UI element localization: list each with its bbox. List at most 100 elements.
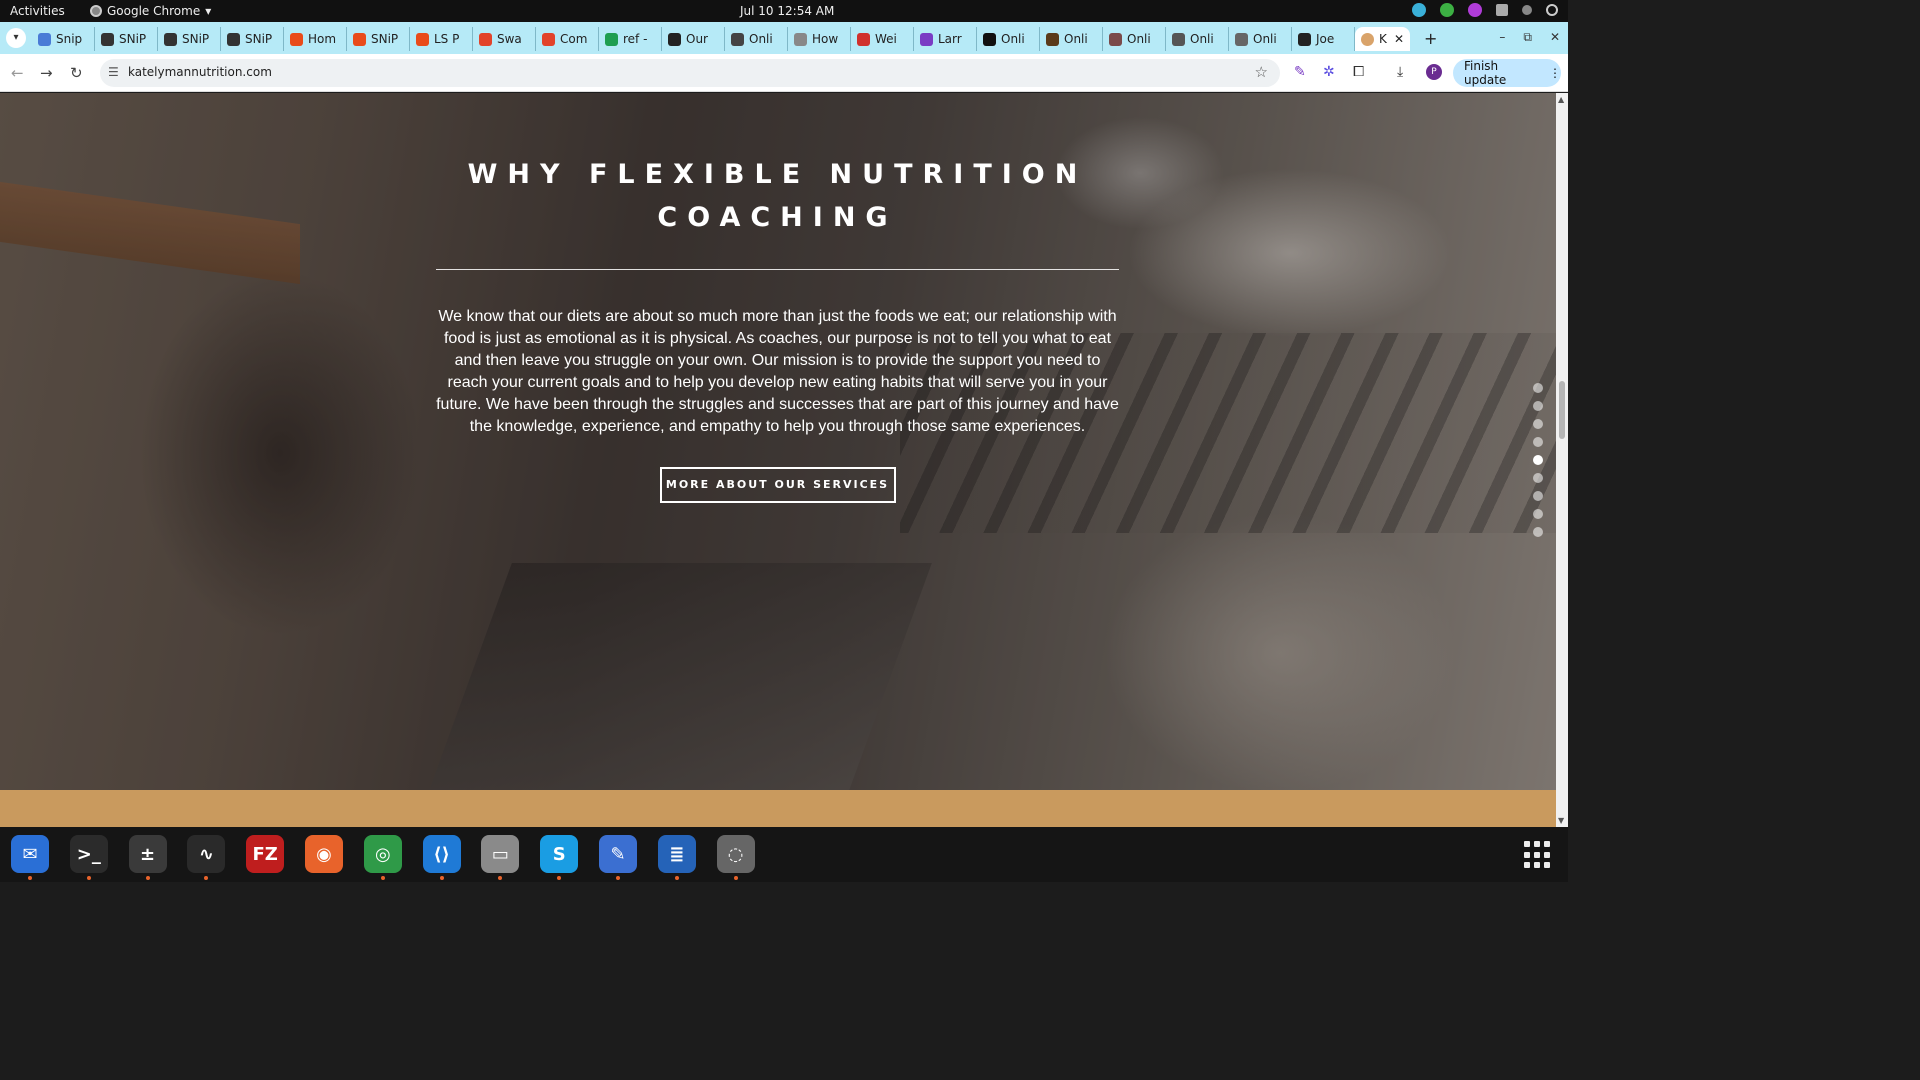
site-info-icon[interactable]: ☰ <box>108 65 119 79</box>
color-picker-icon[interactable] <box>1468 3 1482 17</box>
tab-favicon-icon <box>983 32 996 46</box>
app-grid-icon[interactable] <box>1524 841 1552 869</box>
snowflake-extension-icon[interactable]: ✲ <box>1323 64 1335 80</box>
browser-tab[interactable]: SNiP <box>221 27 284 51</box>
pen-extension-icon[interactable]: ✎ <box>1294 64 1306 80</box>
scroll-thumb[interactable] <box>1559 381 1565 439</box>
browser-tab[interactable]: Onli <box>1103 27 1166 51</box>
browser-tab-active[interactable]: K ✕ <box>1355 27 1410 51</box>
tab-title: SNiP <box>182 32 210 46</box>
power-icon[interactable] <box>1546 4 1558 16</box>
browser-toolbar: ← → ↻ ☰ katelymannutrition.com ☆ ✎ ✲ ⧠ ⤓… <box>0 54 1568 92</box>
filezilla-icon[interactable]: FZ <box>246 835 285 873</box>
tab-title: Onli <box>1127 32 1151 46</box>
section-nav-dot[interactable] <box>1533 473 1543 483</box>
url-text[interactable]: katelymannutrition.com <box>128 65 272 79</box>
browser-tab[interactable]: Our <box>662 27 725 51</box>
browser-tab[interactable]: ref - <box>599 27 662 51</box>
files-icon[interactable]: ▭ <box>481 835 520 873</box>
close-tab-icon[interactable]: ✕ <box>1394 32 1404 46</box>
system-top-bar: Activities Google Chrome ▾ Jul 10 12:54 … <box>0 0 1568 22</box>
section-nav-dot[interactable] <box>1533 437 1543 447</box>
scroll-down-arrow-icon[interactable]: ▼ <box>1558 816 1564 825</box>
browser-tab[interactable]: Com <box>536 27 599 51</box>
close-window-button[interactable]: ✕ <box>1550 30 1560 45</box>
restore-button[interactable]: ⧉ <box>1523 30 1532 45</box>
browser-tab[interactable]: Hom <box>284 27 347 51</box>
browser-tab[interactable]: Larr <box>914 27 977 51</box>
chrome-icon[interactable]: ◎ <box>363 835 402 873</box>
address-bar[interactable]: ☰ katelymannutrition.com ☆ <box>100 59 1280 87</box>
chrome-icon <box>90 5 102 17</box>
network-icon[interactable] <box>1496 4 1508 16</box>
browser-tab[interactable]: Onli <box>1229 27 1292 51</box>
tab-favicon-icon <box>353 32 366 46</box>
firefox-icon[interactable]: ◉ <box>305 835 343 873</box>
update-icon[interactable] <box>1412 3 1426 17</box>
minimize-button[interactable]: – <box>1499 30 1505 45</box>
tab-search-button[interactable]: ▾ <box>6 28 26 48</box>
download-icon[interactable]: ⤓ <box>1397 64 1403 80</box>
browser-tab[interactable]: Snip <box>32 27 95 51</box>
tab-favicon-icon <box>101 32 114 46</box>
reload-button[interactable]: ↻ <box>70 64 83 82</box>
tab-favicon-icon <box>1172 32 1185 46</box>
browser-tab[interactable]: Onli <box>1040 27 1103 51</box>
browser-tab[interactable]: LS P <box>410 27 473 51</box>
page-viewport[interactable]: WHY FLEXIBLE NUTRITION COACHING We know … <box>0 93 1556 827</box>
section-nav-dot[interactable] <box>1533 383 1543 393</box>
page-scrollbar[interactable]: ▲ ▼ <box>1556 93 1568 827</box>
section-nav-dot[interactable] <box>1533 401 1543 411</box>
new-tab-button[interactable]: + <box>1424 29 1437 48</box>
extensions-puzzle-icon[interactable]: ⧠ <box>1353 64 1364 80</box>
section-nav-dot[interactable] <box>1533 509 1543 519</box>
browser-tab[interactable]: How <box>788 27 851 51</box>
disks-icon[interactable]: ◌ <box>716 835 755 873</box>
writer-icon[interactable]: ≣ <box>657 835 696 873</box>
calculator-icon[interactable]: ± <box>128 835 167 873</box>
running-indicator <box>204 876 209 880</box>
running-indicator <box>616 876 620 880</box>
bookmark-star-icon[interactable]: ☆ <box>1255 63 1268 81</box>
section-nav-dot[interactable] <box>1533 455 1543 465</box>
text-editor-icon[interactable]: ✎ <box>599 835 637 873</box>
tab-favicon-icon <box>290 32 303 46</box>
volume-icon[interactable] <box>1522 5 1532 15</box>
activities-button[interactable]: Activities <box>10 4 65 18</box>
browser-tab[interactable]: SNiP <box>158 27 221 51</box>
profile-avatar[interactable]: P <box>1426 64 1442 80</box>
tab-title: Larr <box>938 32 962 46</box>
browser-tab[interactable]: Joe <box>1292 27 1355 51</box>
system-monitor-icon[interactable]: ∿ <box>187 835 226 873</box>
skype-icon[interactable]: S <box>540 835 579 873</box>
browser-tab[interactable]: Onli <box>1166 27 1229 51</box>
browser-tab[interactable]: Onli <box>725 27 788 51</box>
vscode-icon[interactable]: ⟨⟩ <box>422 835 461 873</box>
browser-tab[interactable]: SNiP <box>347 27 410 51</box>
finish-update-button[interactable]: Finish update ⋮ <box>1453 59 1561 87</box>
scroll-up-arrow-icon[interactable]: ▲ <box>1558 95 1564 104</box>
tab-title: Hom <box>308 32 337 46</box>
back-button[interactable]: ← <box>11 64 24 82</box>
forward-button[interactable]: → <box>40 64 53 82</box>
section-nav-dot[interactable] <box>1533 491 1543 501</box>
browser-tab[interactable]: Onli <box>977 27 1040 51</box>
thunderbird-icon[interactable]: ✉ <box>11 835 49 873</box>
more-about-services-button[interactable]: MORE ABOUT OUR SERVICES <box>659 467 896 503</box>
shield-icon[interactable] <box>1440 3 1454 17</box>
clock[interactable]: Jul 10 12:54 AM <box>740 4 834 18</box>
browser-tab[interactable]: SNiP <box>95 27 158 51</box>
system-tray[interactable] <box>1412 3 1558 17</box>
running-indicator <box>86 876 91 880</box>
tab-favicon-icon <box>542 32 555 46</box>
running-indicator <box>145 876 150 880</box>
browser-tab[interactable]: Swa <box>473 27 536 51</box>
terminal-icon[interactable]: >_ <box>69 835 108 873</box>
section-body-text: We know that our diets are about so much… <box>436 308 1119 435</box>
section-nav-dot[interactable] <box>1533 527 1543 537</box>
section-nav-dot[interactable] <box>1533 419 1543 429</box>
app-menu[interactable]: Google Chrome ▾ <box>90 4 211 18</box>
tab-title: Snip <box>56 32 83 46</box>
browser-tab[interactable]: Wei <box>851 27 914 51</box>
running-indicator <box>557 876 562 880</box>
